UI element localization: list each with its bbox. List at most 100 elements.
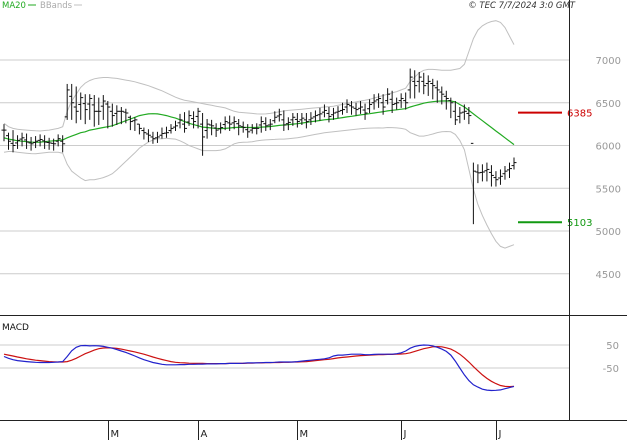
price-bar [150, 131, 156, 144]
y-tick-labels: 7000 6500 6000 5500 5000 4500 [596, 56, 621, 281]
price-bar [479, 164, 485, 182]
source-timestamp: © TEC 7/7/2024 3:0 GMT [468, 1, 576, 11]
y-tick-label: 5000 [596, 227, 621, 238]
price-bar [511, 157, 517, 170]
price-bar [294, 113, 300, 128]
price-bar [82, 94, 88, 125]
price-bar [245, 124, 251, 138]
price-bar [403, 92, 409, 110]
price-bar [173, 120, 179, 131]
x-month-label: M [300, 429, 309, 440]
price-bar [159, 127, 165, 139]
price-bar [10, 130, 16, 153]
price-bar [91, 95, 97, 127]
price-bar [439, 86, 445, 105]
x-axis: MAMJJ [108, 420, 502, 440]
price-bar [443, 90, 449, 110]
price-bar [484, 162, 490, 182]
price-bar [430, 78, 436, 100]
y-tick-label: 6000 [596, 142, 621, 153]
macd-title: MACD [2, 323, 29, 333]
price-bar [398, 93, 404, 108]
price-bar [46, 137, 52, 150]
price-bar [254, 123, 260, 135]
x-month-label: J [498, 429, 502, 440]
y-tick-label: 5500 [596, 184, 621, 195]
price-bar [303, 113, 309, 129]
price-bar [109, 103, 115, 127]
price-bar [15, 135, 21, 149]
support-level-label: 5103 [567, 218, 592, 229]
price-bar [276, 108, 282, 122]
price-bar [200, 113, 206, 156]
legend-ma20: MA20 [2, 1, 26, 11]
price-bar [497, 169, 503, 185]
price-bar [470, 142, 476, 225]
price-bar [376, 93, 382, 108]
price-bar [258, 116, 264, 133]
price-bar [367, 99, 373, 114]
y-tick-label: 7000 [596, 56, 621, 67]
price-bar [452, 101, 458, 125]
price-bar [461, 104, 467, 120]
price-bar [493, 171, 499, 187]
price-bar [421, 72, 427, 95]
price-bar [6, 132, 12, 150]
price-bar [96, 97, 102, 125]
x-month-label: A [201, 429, 208, 440]
price-bar [100, 95, 106, 120]
macd-tick-label: 50 [606, 341, 619, 352]
legend-bbands: BBands [40, 1, 73, 11]
y-tick-label: 4500 [596, 270, 621, 281]
price-levels: 6385 5103 [518, 109, 592, 229]
price-bar [145, 129, 151, 143]
price-bars [1, 68, 517, 225]
price-bar [506, 162, 512, 178]
price-bar [114, 105, 120, 125]
price-bar [344, 99, 350, 114]
macd-panel: MACD 50 -50 [0, 323, 619, 392]
price-bar [168, 124, 174, 134]
price-bar [371, 94, 377, 110]
price-bar [154, 131, 160, 143]
macd-signal-line [3, 345, 515, 388]
price-bar [105, 101, 111, 129]
price-bar [317, 107, 323, 121]
price-bar [412, 70, 418, 99]
price-bar [267, 118, 273, 131]
chart-area: 6385 5103 7000 6500 6000 5500 5000 4500 MACD 50… [0, 0, 627, 440]
price-bar [362, 103, 368, 120]
price-bar [204, 118, 210, 139]
price-bar [37, 134, 43, 147]
price-bar [330, 107, 336, 120]
price-bar [385, 88, 391, 105]
frame [0, 0, 627, 421]
resistance-level-label: 6385 [567, 109, 592, 120]
price-bar [191, 111, 197, 129]
price-bar [434, 80, 440, 103]
price-bar [240, 121, 246, 133]
price-bar [425, 75, 431, 96]
price-bar [78, 92, 84, 120]
price-bar [457, 107, 463, 124]
price-bar [335, 106, 341, 119]
price-bar [448, 97, 454, 119]
price-bar [281, 110, 287, 131]
price-bar [19, 132, 25, 147]
price-bar [60, 135, 66, 153]
macd-tick-label: -50 [603, 364, 619, 375]
legend: MA20 BBands [2, 1, 82, 11]
price-bar [136, 123, 142, 135]
price-bar [263, 117, 269, 131]
chart-svg: 6385 5103 7000 6500 6000 5500 5000 4500 MACD 50… [0, 0, 627, 440]
price-bar [502, 166, 508, 180]
price-bar [69, 83, 75, 120]
price-bar [353, 102, 359, 116]
price-bar [28, 136, 34, 151]
y-tick-label: 6500 [596, 99, 621, 110]
price-bar [475, 164, 481, 184]
price-bar [213, 123, 219, 137]
price-bar [163, 126, 169, 138]
grid [0, 59, 569, 275]
price-bar [87, 94, 93, 120]
